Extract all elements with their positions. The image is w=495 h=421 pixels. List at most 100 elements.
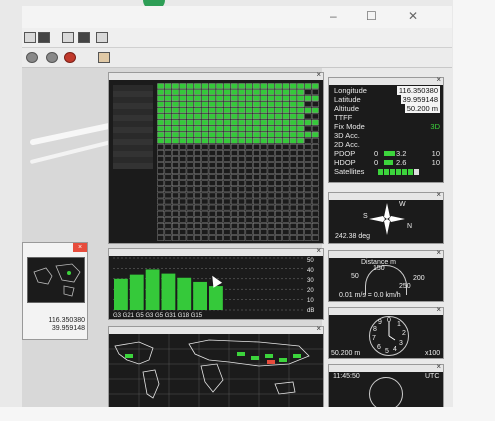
- close-icon[interactable]: ×: [316, 246, 321, 255]
- signal-cell: [172, 198, 179, 205]
- settings-icon[interactable]: [78, 32, 90, 43]
- signal-cell: [253, 216, 260, 223]
- signal-cell: [186, 95, 194, 101]
- signal-cell: [275, 216, 282, 223]
- record-icon[interactable]: [64, 52, 76, 63]
- close-icon[interactable]: ×: [436, 248, 441, 257]
- signal-cell: [297, 144, 304, 150]
- signal-cell: [253, 125, 260, 132]
- signal-cell: [208, 119, 216, 126]
- signal-cell: [238, 204, 246, 211]
- signal-cell: [311, 192, 319, 199]
- signal-cell: [194, 204, 201, 211]
- close-icon[interactable]: ×: [436, 190, 441, 199]
- pdop-label: PDOP: [334, 149, 356, 158]
- signal-cell: [208, 162, 216, 168]
- signal-cell: [282, 162, 290, 168]
- signal-cell: [201, 137, 209, 144]
- signal-cell: [311, 229, 319, 235]
- signal-cell: [201, 192, 209, 199]
- signal-cell: [238, 119, 246, 126]
- mini-map: [27, 257, 85, 303]
- signal-cell: [260, 216, 268, 223]
- signal-cell: [238, 156, 246, 162]
- close-icon[interactable]: ×: [436, 75, 441, 84]
- signal-cell: [164, 192, 172, 199]
- signal-cell: [275, 204, 282, 211]
- pdop-min: 0: [374, 149, 379, 158]
- signal-cell: [267, 223, 275, 229]
- signal-cell: [275, 83, 282, 89]
- signal-cell: [311, 125, 319, 132]
- position-window[interactable]: × 116.350380 39.959148: [22, 242, 88, 340]
- signal-cell: [289, 125, 297, 132]
- signal-cell: [238, 113, 246, 120]
- satellites-label: Satellites: [334, 167, 365, 176]
- signal-cell: [208, 186, 216, 193]
- signal-cell: [194, 192, 201, 199]
- signal-cell: [230, 144, 238, 150]
- signal-cell: [275, 235, 282, 241]
- signal-cell: [245, 125, 253, 132]
- y-tick-label: 30: [307, 278, 314, 284]
- signal-cell: [157, 156, 165, 162]
- signal-cell: [275, 156, 282, 162]
- view-icon[interactable]: [96, 32, 108, 43]
- signal-cell: [245, 186, 253, 193]
- clock-zone: UTC: [425, 373, 440, 380]
- signal-cell: [304, 113, 312, 120]
- print-icon[interactable]: [62, 32, 74, 43]
- signal-cell: [194, 210, 201, 217]
- signal-cell: [253, 137, 260, 144]
- signal-cell: [297, 113, 304, 120]
- signal-cell: [304, 186, 312, 193]
- signal-cell: [179, 223, 187, 229]
- signal-cell: [230, 168, 238, 174]
- signal-cell: [157, 113, 165, 120]
- signal-cell: [289, 168, 297, 174]
- signal-cell: [216, 174, 223, 180]
- close-icon[interactable]: ×: [436, 362, 441, 371]
- signal-cell: [260, 89, 268, 95]
- signal-cell: [208, 198, 216, 205]
- signal-cell: [164, 180, 172, 187]
- speed-tick: 200: [413, 275, 425, 282]
- open-icon[interactable]: [38, 32, 50, 43]
- channel-label: [113, 163, 153, 169]
- minimize-icon[interactable]: –: [330, 9, 337, 23]
- signal-cell: [253, 180, 260, 187]
- signal-cell: [275, 229, 282, 235]
- signal-cell: [201, 198, 209, 205]
- signal-cell: [238, 150, 246, 156]
- signal-cell: [297, 162, 304, 168]
- close-icon[interactable]: ×: [316, 70, 321, 79]
- signal-cell: [289, 210, 297, 217]
- gear-icon[interactable]: [26, 52, 38, 63]
- signal-cell: [260, 162, 268, 168]
- signal-cell: [208, 210, 216, 217]
- signal-cell: [164, 89, 172, 95]
- signal-cell: [216, 229, 223, 235]
- signal-cell: [267, 156, 275, 162]
- signal-cell: [267, 137, 275, 144]
- connect-icon[interactable]: [98, 52, 110, 63]
- signal-cell: [304, 144, 312, 150]
- close-icon[interactable]: ×: [436, 305, 441, 314]
- signal-cell: [223, 162, 231, 168]
- close-button[interactable]: ×: [73, 243, 87, 252]
- signal-cell: [164, 137, 172, 144]
- close-icon[interactable]: ×: [316, 324, 321, 333]
- maximize-icon[interactable]: ☐: [366, 9, 377, 23]
- latitude-row: Latitude 39.959148: [334, 95, 442, 104]
- save-icon[interactable]: [24, 32, 36, 43]
- signal-cell: [304, 180, 312, 187]
- y-tick-label: 20: [307, 288, 314, 294]
- close-icon[interactable]: ✕: [408, 9, 418, 23]
- signal-cell: [297, 107, 304, 114]
- signal-cell: [245, 156, 253, 162]
- signal-cell: [297, 186, 304, 193]
- gear-icon[interactable]: [46, 52, 58, 63]
- signal-cell: [304, 162, 312, 168]
- signal-cell: [304, 156, 312, 162]
- signal-cell: [201, 101, 209, 108]
